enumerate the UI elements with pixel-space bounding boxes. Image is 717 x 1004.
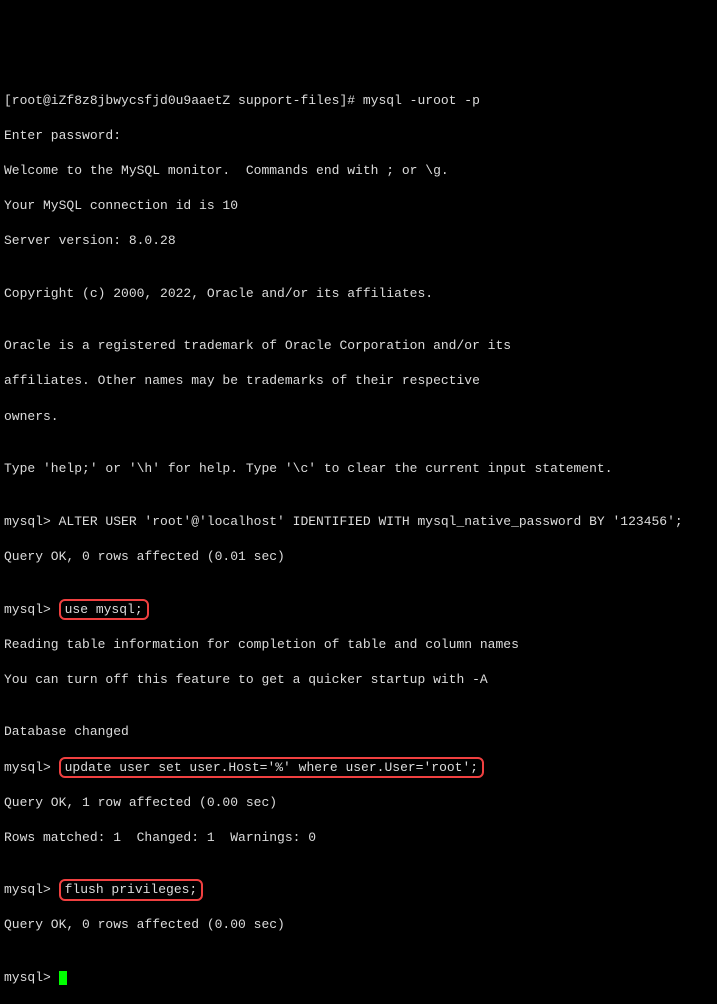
highlighted-command-update-user: update user set user.Host='%' where user…	[59, 757, 484, 779]
output-line: Type 'help;' or '\h' for help. Type '\c'…	[4, 460, 713, 478]
output-line: You can turn off this feature to get a q…	[4, 671, 713, 689]
output-line: affiliates. Other names may be trademark…	[4, 372, 713, 390]
cursor-icon	[59, 971, 67, 985]
mysql-prompt: mysql>	[4, 970, 59, 985]
mysql-command-line: mysql> ALTER USER 'root'@'localhost' IDE…	[4, 513, 713, 531]
output-line: Database changed	[4, 723, 713, 741]
output-line: Query OK, 0 rows affected (0.01 sec)	[4, 548, 713, 566]
mysql-command-line: mysql> flush privileges;	[4, 881, 713, 899]
output-line: Rows matched: 1 Changed: 1 Warnings: 0	[4, 829, 713, 847]
highlighted-command-flush-privileges: flush privileges;	[59, 879, 204, 901]
output-line: Oracle is a registered trademark of Orac…	[4, 337, 713, 355]
output-line: Query OK, 1 row affected (0.00 sec)	[4, 794, 713, 812]
output-line: owners.	[4, 408, 713, 426]
output-line: Copyright (c) 2000, 2022, Oracle and/or …	[4, 285, 713, 303]
mysql-command-line: mysql> use mysql;	[4, 601, 713, 619]
mysql-prompt: mysql>	[4, 760, 59, 775]
output-line: Query OK, 0 rows affected (0.00 sec)	[4, 916, 713, 934]
shell-prompt-line: [root@iZf8z8jbwycsfjd0u9aaetZ support-fi…	[4, 92, 713, 110]
mysql-prompt: mysql>	[4, 882, 59, 897]
output-line: Welcome to the MySQL monitor. Commands e…	[4, 162, 713, 180]
terminal[interactable]: [root@iZf8z8jbwycsfjd0u9aaetZ support-fi…	[4, 74, 713, 1004]
output-line: Enter password:	[4, 127, 713, 145]
highlighted-command-use-mysql: use mysql;	[59, 599, 149, 621]
output-line: Reading table information for completion…	[4, 636, 713, 654]
mysql-command-line: mysql> update user set user.Host='%' whe…	[4, 759, 713, 777]
mysql-prompt: mysql>	[4, 602, 59, 617]
output-line: Server version: 8.0.28	[4, 232, 713, 250]
output-line: Your MySQL connection id is 10	[4, 197, 713, 215]
mysql-prompt-active[interactable]: mysql>	[4, 969, 713, 987]
